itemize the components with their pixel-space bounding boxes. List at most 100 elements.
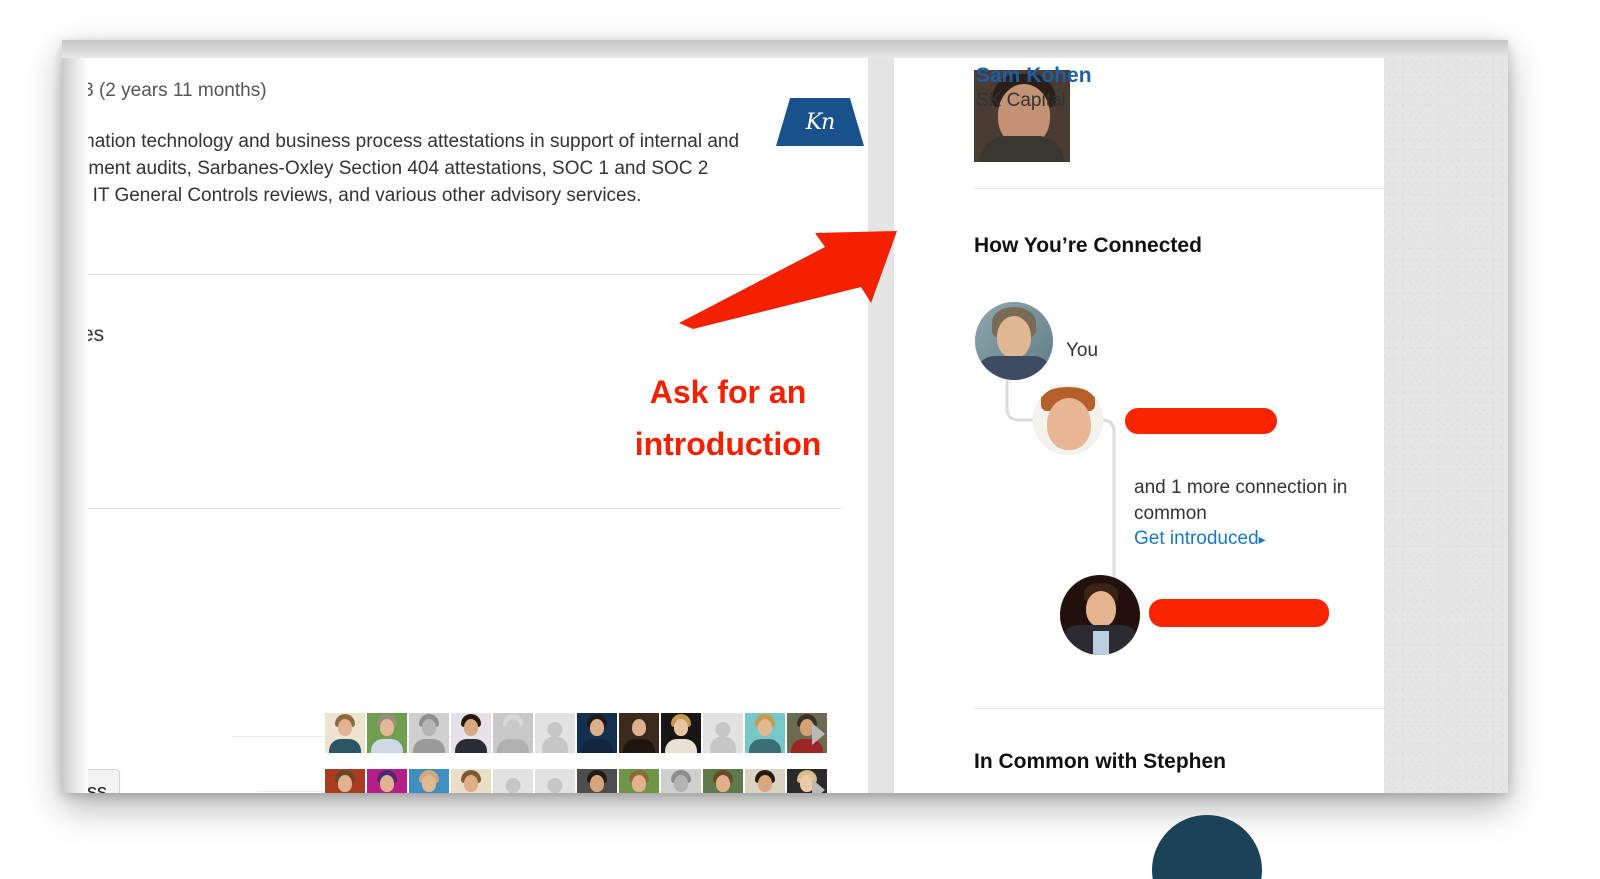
avatar-collar	[1093, 631, 1109, 655]
placeholder-head-icon	[547, 778, 563, 793]
people-strip-thumbnail[interactable]	[367, 713, 407, 753]
people-strip-thumbnail[interactable]	[325, 713, 365, 753]
thumb-face	[380, 719, 394, 736]
annotation-line-1: Ask for an	[649, 374, 807, 410]
experience-entry: re 013 (2 years 11 months) ormation tech…	[62, 58, 842, 209]
chevron-right-icon[interactable]	[812, 723, 825, 745]
avatar-connection-2[interactable]	[1060, 575, 1140, 655]
caret-right-icon: ▸	[1258, 531, 1266, 547]
experience-description-line-2: atement audits, Sarbanes-Oxley Section 4…	[62, 158, 709, 179]
experience-description: ormation technology and business process…	[62, 128, 868, 209]
people-strip-thumbnail[interactable]	[325, 769, 365, 793]
avatar-face	[1086, 591, 1116, 627]
chevron-right-icon[interactable]	[812, 779, 825, 793]
section-divider-2	[62, 508, 842, 509]
screenshot-canvas: re 013 (2 years 11 months) ormation tech…	[0, 0, 1600, 879]
section-two-heading: es	[82, 323, 105, 346]
red-pointer-arrow	[679, 231, 897, 329]
avatar-face	[1047, 398, 1091, 450]
people-strip-thumbnail[interactable]	[619, 713, 659, 753]
redacted-name-connection-2	[1149, 599, 1329, 627]
people-strip-row-2[interactable]	[325, 769, 827, 793]
placeholder-body-icon	[542, 792, 568, 793]
people-strip-thumbnail[interactable]	[409, 713, 449, 753]
placeholder-body-icon	[710, 736, 736, 753]
in-common-avatar-partial[interactable]	[1152, 815, 1262, 879]
annotation-callout: Ask for an introduction	[578, 366, 878, 470]
thumb-shirt	[371, 739, 403, 753]
thumb-face	[338, 775, 352, 792]
avatar-you[interactable]	[975, 302, 1053, 380]
people-strip-thumbnail[interactable]	[535, 713, 575, 753]
thumb-face	[674, 775, 688, 792]
experience-title: re	[62, 58, 80, 70]
thumb-face	[506, 719, 520, 736]
page-background-right	[1384, 58, 1508, 793]
people-strip-thumbnail[interactable]	[745, 713, 785, 753]
experience-dates: 013 (2 years 11 months)	[62, 80, 267, 101]
avatar-face	[997, 316, 1031, 358]
placeholder-head-icon	[547, 722, 563, 737]
thumb-face	[758, 775, 772, 792]
avatar-connection-1[interactable]	[1033, 385, 1103, 455]
thumb-face	[632, 775, 646, 792]
more-connections-text: and 1 more connection in common	[1134, 477, 1348, 524]
redacted-name-connection-1	[1125, 408, 1277, 434]
thumb-shirt	[497, 739, 529, 753]
you-label: You	[1066, 340, 1099, 361]
browser-chrome-bar	[62, 40, 1508, 58]
thumb-face	[674, 719, 688, 736]
thumb-shirt	[665, 739, 697, 753]
people-strip-thumbnail[interactable]	[619, 769, 659, 793]
thumb-shirt	[413, 739, 445, 753]
thumb-shirt	[329, 739, 361, 753]
thumb-face	[422, 775, 436, 792]
thumb-face	[632, 719, 646, 736]
people-strip-thumbnail[interactable]	[409, 769, 449, 793]
placeholder-body-icon	[500, 792, 526, 793]
thumb-shirt	[623, 739, 655, 753]
thumb-face	[464, 719, 478, 736]
people-strip-thumbnail[interactable]	[661, 769, 701, 793]
people-strip-thumbnail[interactable]	[703, 769, 743, 793]
get-introduced-label: Get introduced	[1134, 528, 1259, 549]
people-strip-thumbnail[interactable]	[451, 769, 491, 793]
thumb-shirt	[455, 739, 487, 753]
people-strip-thumbnail[interactable]	[367, 769, 407, 793]
people-strip-thumbnail[interactable]	[451, 713, 491, 753]
people-strip-thumbnail[interactable]	[577, 713, 617, 753]
people-strip-thumbnail[interactable]	[703, 713, 743, 753]
people-strip-thumbnail[interactable]	[535, 769, 575, 793]
sidebar-divider-2	[974, 708, 1384, 709]
avatar-shirt	[975, 356, 1053, 380]
bottom-action-button[interactable]: cess	[62, 769, 120, 793]
experience-description-line-3: 0s, IT General Controls reviews, and var…	[62, 185, 642, 206]
people-strip-thumbnail[interactable]	[661, 713, 701, 753]
people-strip-thumbnail[interactable]	[745, 769, 785, 793]
people-strip-thumbnail[interactable]	[493, 713, 533, 753]
get-introduced-link[interactable]: Get introduced▸	[1134, 528, 1266, 550]
company-logo-text: Kn	[805, 109, 836, 135]
people-strip-thumbnail[interactable]	[577, 769, 617, 793]
thumb-face	[590, 719, 604, 736]
thumb-face	[338, 719, 352, 736]
placeholder-body-icon	[542, 736, 568, 753]
thumb-shirt	[749, 739, 781, 753]
profile-sidebar-column: Sam Kohen SK Capital How You’re Connecte…	[894, 58, 1384, 793]
thumb-shirt	[581, 739, 613, 753]
thumb-face	[590, 775, 604, 792]
in-common-heading: In Common with Stephen	[974, 750, 1226, 773]
thumb-face	[464, 775, 478, 792]
bottom-action-button-label: cess	[65, 780, 107, 794]
placeholder-head-icon	[715, 722, 731, 737]
people-strip-row-1[interactable]	[325, 713, 827, 753]
company-logo: Kn	[776, 98, 864, 146]
thumb-face	[422, 719, 436, 736]
experience-description-line-1: ormation technology and business process…	[62, 131, 740, 152]
placeholder-head-icon	[505, 778, 521, 793]
people-strip-thumbnail[interactable]	[493, 769, 533, 793]
thumb-face	[380, 775, 394, 792]
thumb-face	[716, 775, 730, 792]
thumb-face	[758, 719, 772, 736]
annotation-line-2: introduction	[634, 426, 822, 462]
